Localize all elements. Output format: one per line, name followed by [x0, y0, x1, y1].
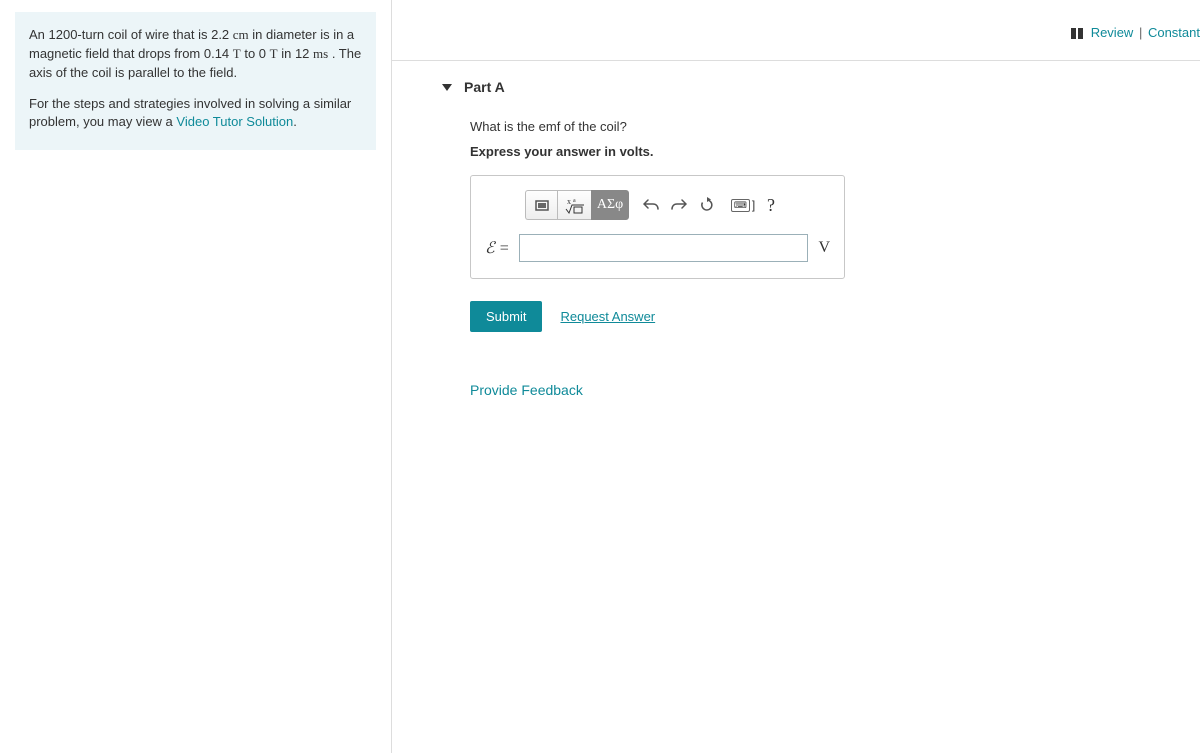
equation-toolbar: x a ΑΣφ [525, 190, 830, 220]
part-title: Part A [464, 79, 505, 95]
reset-icon [699, 197, 715, 213]
keyboard-button[interactable]: ⌨ ] [729, 191, 757, 219]
video-tutor-link[interactable]: Video Tutor Solution [176, 114, 293, 129]
answer-widget: x a ΑΣφ [470, 175, 845, 279]
part-header[interactable]: Part A [442, 79, 1200, 95]
question-text: What is the emf of the coil? [470, 119, 1200, 134]
collapse-icon [442, 84, 452, 91]
top-links: Review | Constant [392, 0, 1200, 60]
undo-button[interactable] [637, 191, 665, 219]
undo-icon [643, 198, 659, 212]
rect-template-icon [534, 197, 550, 213]
problem-paragraph-1: An 1200-turn coil of wire that is 2.2 cm… [29, 26, 362, 83]
reset-button[interactable] [693, 191, 721, 219]
template-button[interactable] [525, 190, 557, 220]
problem-paragraph-2: For the steps and strategies involved in… [29, 95, 362, 133]
problem-statement: An 1200-turn coil of wire that is 2.2 cm… [15, 12, 376, 150]
fraction-root-icon: x a [565, 196, 585, 214]
svg-text:a: a [573, 198, 576, 204]
unit-label: V [818, 239, 830, 257]
answer-input[interactable] [519, 234, 808, 262]
redo-icon [671, 198, 687, 212]
submit-button[interactable]: Submit [470, 301, 542, 332]
redo-button[interactable] [665, 191, 693, 219]
review-link[interactable]: Review [1091, 25, 1134, 40]
constants-link[interactable]: Constant [1148, 25, 1200, 40]
svg-text:x: x [567, 197, 571, 206]
fraction-root-button[interactable]: x a [557, 190, 591, 220]
review-icon [1071, 28, 1083, 39]
greek-letters-button[interactable]: ΑΣφ [591, 190, 629, 220]
variable-label: ℰ = [485, 238, 509, 258]
keyboard-icon: ⌨ [731, 199, 750, 212]
provide-feedback-link[interactable]: Provide Feedback [470, 382, 1200, 398]
question-instruction: Express your answer in volts. [470, 144, 1200, 159]
help-button[interactable]: ? [757, 191, 785, 219]
request-answer-link[interactable]: Request Answer [560, 309, 655, 324]
